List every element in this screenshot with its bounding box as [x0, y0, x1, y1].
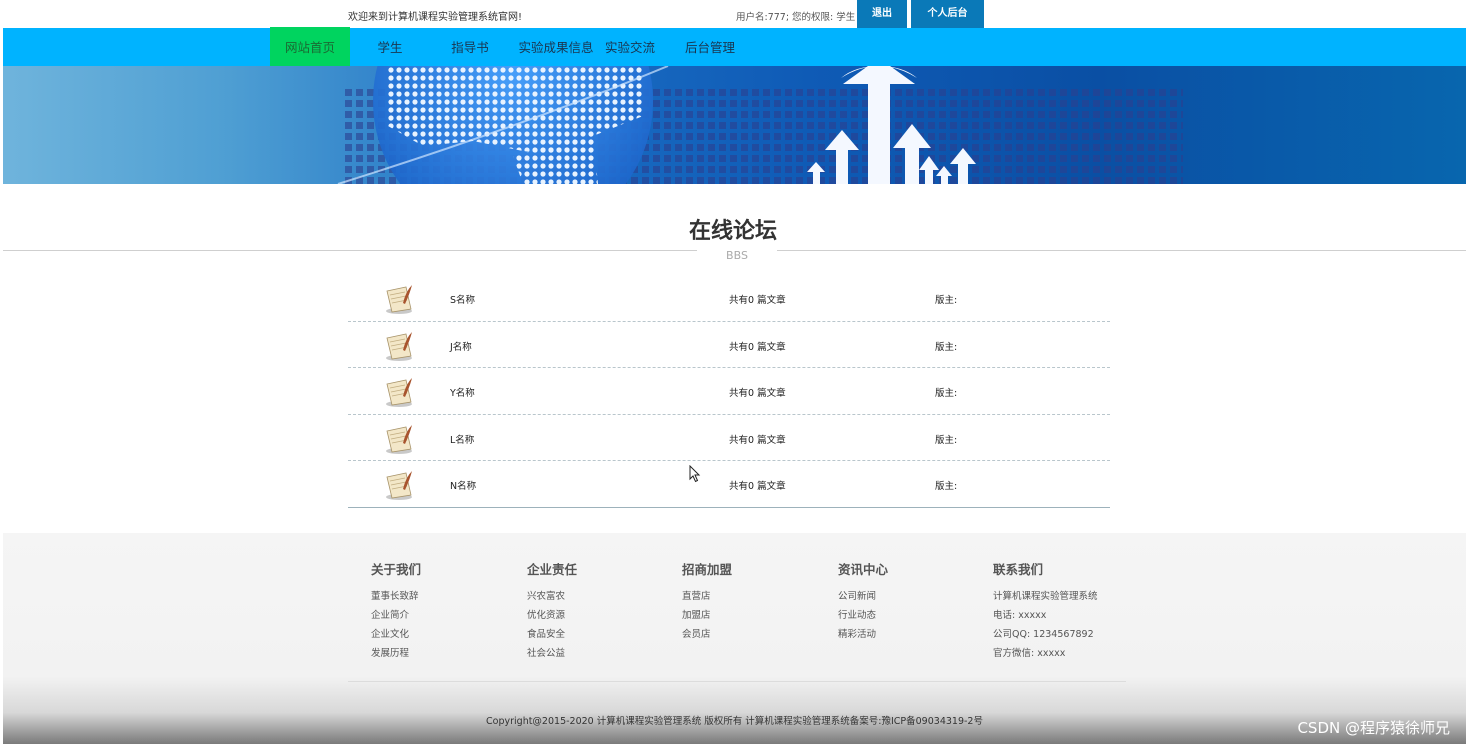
forum-row[interactable]: S名称 共有0 篇文章 版主:	[348, 275, 1110, 322]
hero-banner	[3, 66, 1466, 184]
personal-admin-button[interactable]: 个人后台	[911, 0, 984, 28]
quill-paper-icon	[386, 378, 412, 408]
forum-moderator: 版主:	[935, 388, 958, 400]
forum-row[interactable]: L名称 共有0 篇文章 版主:	[348, 415, 1110, 462]
footer-link[interactable]: 会员店	[682, 625, 732, 644]
nav-item-exchange[interactable]: 实验交流	[599, 28, 661, 66]
footer-col-responsibility: 企业责任 兴农富农 优化资源 食品安全 社会公益	[527, 559, 577, 663]
forum-article-count: 共有0 篇文章	[729, 295, 786, 306]
footer-link[interactable]: 直营店	[682, 587, 732, 606]
forum-name[interactable]: N名称	[450, 478, 476, 492]
footer-link[interactable]: 精彩活动	[838, 625, 888, 644]
footer-link[interactable]: 公司新闻	[838, 587, 888, 606]
footer-col-contact: 联系我们 计算机课程实验管理系统 电话: xxxxx 公司QQ: 1234567…	[993, 559, 1098, 663]
nav-item-results[interactable]: 实验成果信息	[509, 28, 603, 66]
footer-link[interactable]: 社会公益	[527, 644, 577, 663]
forum-name[interactable]: J名称	[450, 339, 472, 353]
forum-moderator: 版主:	[935, 295, 958, 306]
footer-link[interactable]: 食品安全	[527, 625, 577, 644]
csdn-watermark: CSDN @程序猿徐师兄	[1297, 719, 1450, 737]
footer-link[interactable]: 兴农富农	[527, 587, 577, 606]
footer-divider	[348, 681, 1126, 682]
footer-heading: 资讯中心	[838, 562, 889, 577]
logout-button[interactable]: 退出	[857, 0, 907, 28]
section-title: 在线论坛	[688, 219, 777, 244]
forum-name[interactable]: L名称	[450, 432, 474, 446]
footer: 关于我们 董事长致辞 企业简介 企业文化 发展历程 企业责任 兴农富农 优化资源…	[3, 533, 1466, 744]
welcome-text: 欢迎来到计算机课程实验管理系统官网!	[348, 12, 523, 23]
main-nav: 网站首页 学生 指导书 实验成果信息 实验交流 后台管理	[3, 27, 1466, 68]
footer-link[interactable]: 优化资源	[527, 606, 577, 625]
forum-name[interactable]: Y名称	[450, 385, 475, 399]
forum-name[interactable]: S名称	[450, 292, 475, 306]
user-info: 用户名:777; 您的权限: 学生	[736, 12, 856, 23]
footer-contact-item: 电话: xxxxx	[993, 610, 1047, 621]
top-bar: 欢迎来到计算机课程实验管理系统官网! 用户名:777; 您的权限: 学生 退出 …	[0, 0, 1466, 28]
forum-row[interactable]: Y名称 共有0 篇文章 版主:	[348, 368, 1110, 415]
quill-paper-icon	[386, 331, 412, 361]
forum-article-count: 共有0 篇文章	[729, 434, 786, 446]
section-subtitle-wrap: BBS	[697, 244, 777, 262]
footer-link[interactable]: 董事长致辞	[371, 587, 421, 606]
forum-article-count: 共有0 篇文章	[729, 388, 786, 400]
footer-link[interactable]: 行业动态	[838, 606, 888, 625]
footer-contact-item: 公司QQ: 1234567892	[993, 629, 1094, 640]
forum-row[interactable]: N名称 共有0 篇文章 版主:	[348, 461, 1110, 508]
footer-link[interactable]: 加盟店	[682, 606, 732, 625]
nav-item-guide[interactable]: 指导书	[433, 28, 507, 66]
footer-col-news: 资讯中心 公司新闻 行业动态 精彩活动	[838, 559, 888, 644]
nav-item-backend[interactable]: 后台管理	[673, 28, 747, 66]
nav-item-home[interactable]: 网站首页	[270, 27, 350, 68]
footer-heading: 企业责任	[527, 562, 578, 577]
forum-list: S名称 共有0 篇文章 版主: J名称 共有0 篇文章 版主: Y名称 共有0 …	[348, 275, 1110, 508]
footer-heading: 联系我们	[993, 562, 1044, 577]
forum-article-count: 共有0 篇文章	[729, 481, 786, 493]
footer-col-about: 关于我们 董事长致辞 企业简介 企业文化 发展历程	[371, 559, 421, 663]
footer-link[interactable]: 发展历程	[371, 644, 421, 663]
footer-heading: 关于我们	[371, 562, 422, 577]
footer-link[interactable]: 企业简介	[371, 606, 421, 625]
footer-col-franchise: 招商加盟 直营店 加盟店 会员店	[682, 559, 732, 644]
forum-article-count: 共有0 篇文章	[729, 341, 786, 353]
banner-graphic	[337, 66, 1183, 184]
forum-moderator: 版主:	[935, 481, 958, 493]
forum-moderator: 版主:	[935, 341, 958, 353]
footer-contact-item: 官方微信: xxxxx	[993, 648, 1066, 659]
forum-moderator: 版主:	[935, 434, 958, 446]
quill-paper-icon	[386, 424, 412, 454]
footer-link[interactable]: 企业文化	[371, 625, 421, 644]
quill-paper-icon	[386, 471, 412, 501]
footer-heading: 招商加盟	[682, 562, 733, 577]
footer-contact-item: 计算机课程实验管理系统	[993, 591, 1098, 602]
nav-item-students[interactable]: 学生	[353, 28, 427, 66]
copyright-text: Copyright@2015-2020 计算机课程实验管理系统 版权所有 计算机…	[486, 716, 983, 727]
quill-paper-icon	[386, 285, 412, 314]
forum-row[interactable]: J名称 共有0 篇文章 版主:	[348, 322, 1110, 369]
section-subtitle: BBS	[726, 249, 748, 262]
mouse-cursor-icon	[689, 465, 701, 483]
